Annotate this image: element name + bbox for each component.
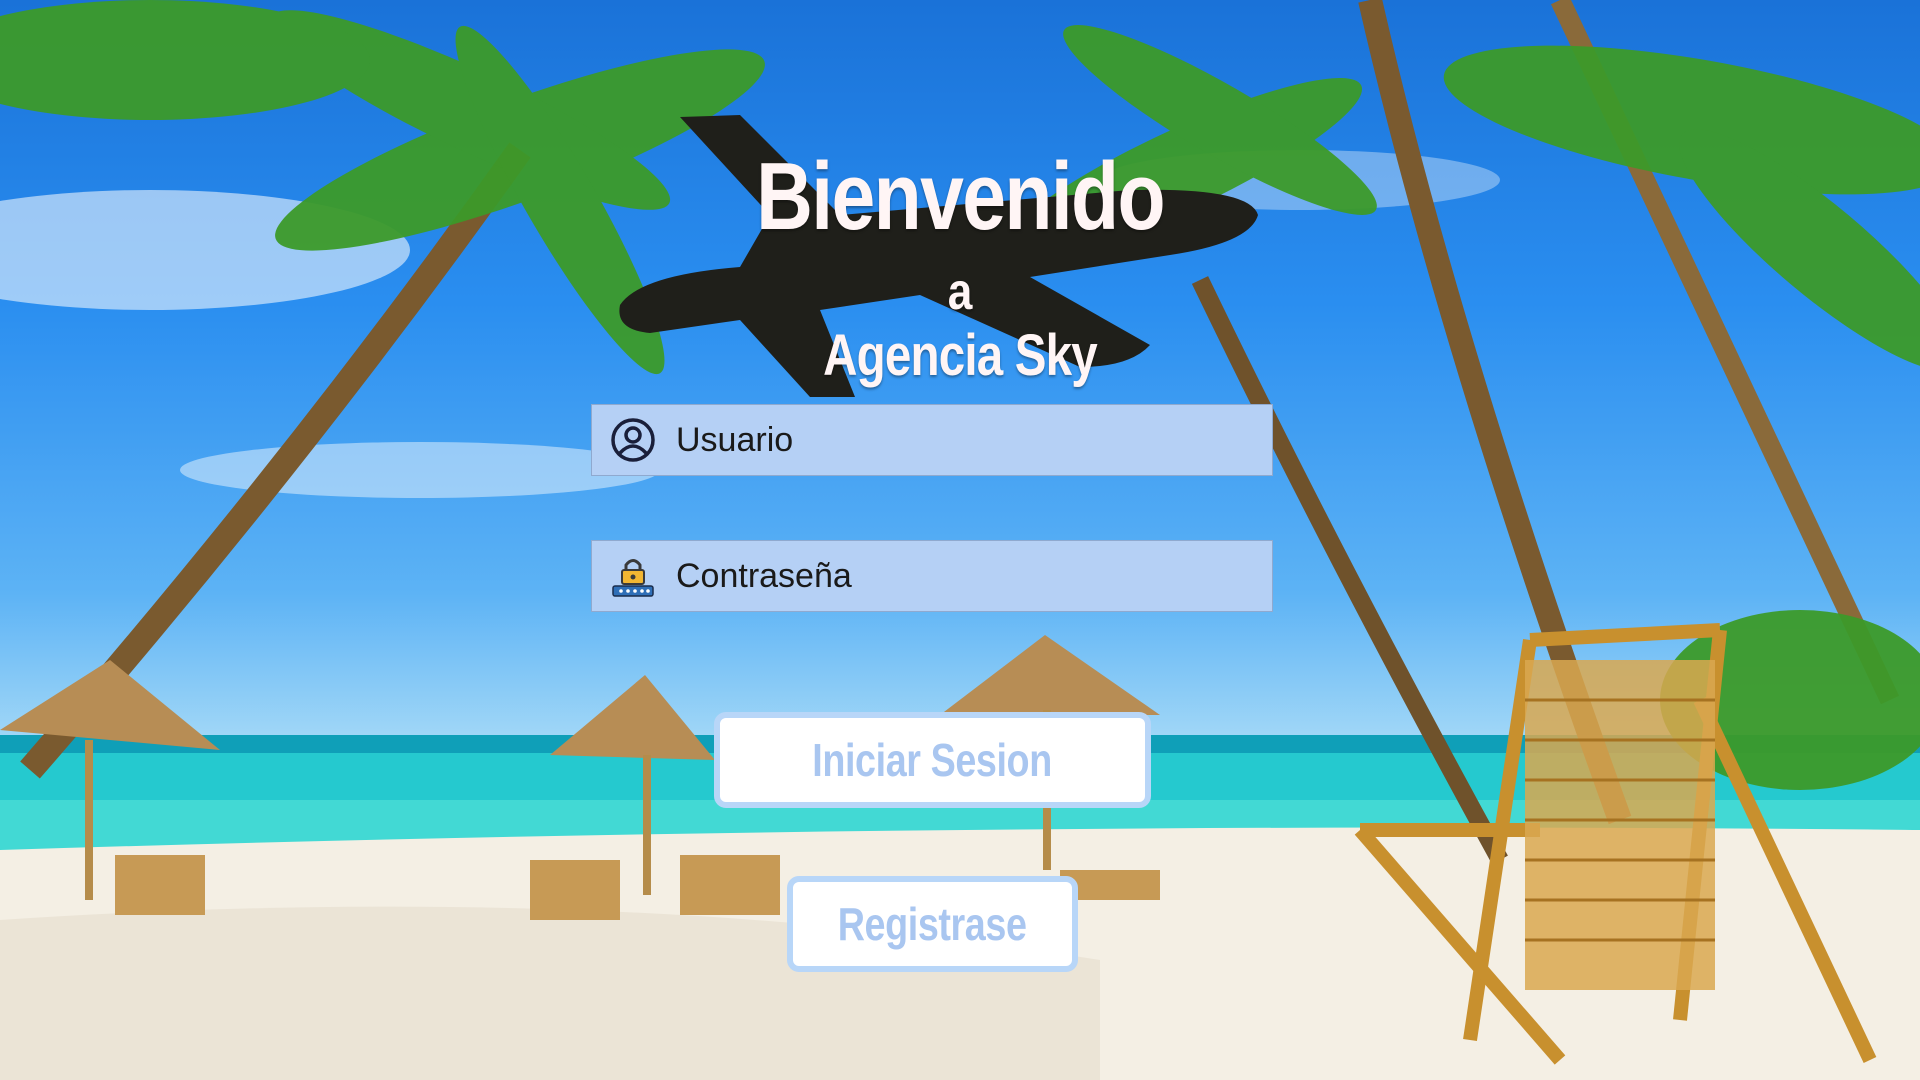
password-input[interactable] [674, 555, 1238, 597]
welcome-title: Bienvenido [756, 143, 1166, 250]
user-circle-icon [608, 415, 658, 465]
agency-name: Agencia Sky [823, 323, 1098, 388]
username-input[interactable] [674, 419, 1238, 461]
login-screen: Bienvenido a Agencia Sky Usuario Iniciar… [0, 0, 1920, 1080]
password-field[interactable] [591, 540, 1273, 612]
login-button-label: Iniciar Sesion [812, 734, 1053, 786]
register-button-label: Registrase [838, 898, 1027, 950]
username-field[interactable] [591, 404, 1273, 476]
padlock-password-icon [608, 551, 658, 601]
login-button[interactable]: Iniciar Sesion [714, 712, 1151, 808]
welcome-connector: a [947, 263, 973, 321]
register-button[interactable]: Registrase [787, 876, 1078, 972]
